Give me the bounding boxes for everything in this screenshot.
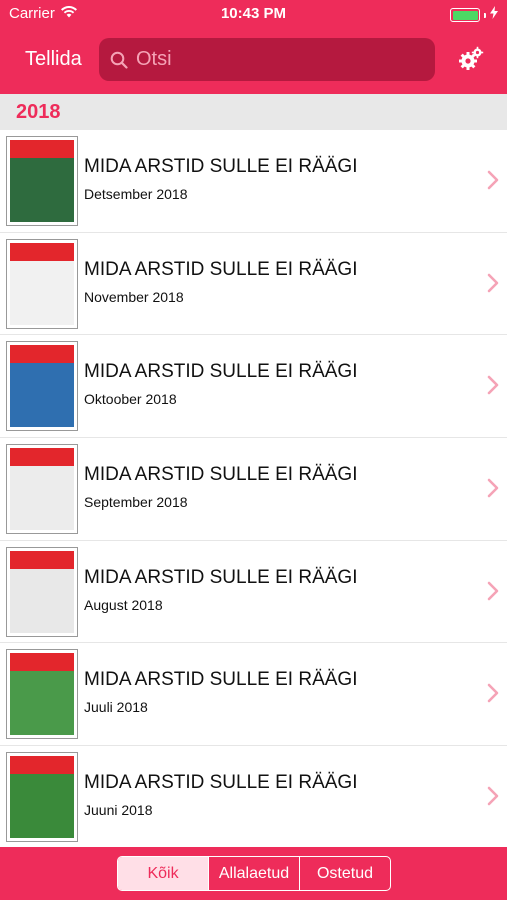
issue-row[interactable]: MIDA ARSTID SULLE EI RÄÄGI Juuni 2018 (0, 746, 507, 849)
magazine-cover (6, 341, 78, 432)
charging-icon (490, 6, 498, 24)
cover-art (10, 653, 74, 736)
cover-art (10, 550, 74, 633)
cover-masthead (10, 653, 74, 672)
cover-image (10, 774, 74, 839)
cover-image (10, 363, 74, 428)
magazine-cover (6, 238, 78, 329)
status-time: 10:43 PM (220, 5, 287, 22)
issue-date: September 2018 (84, 494, 188, 511)
section-header: 2018 (0, 94, 507, 130)
search-input[interactable] (136, 48, 426, 71)
issue-title: MIDA ARSTID SULLE EI RÄÄGI (84, 258, 358, 280)
issue-date: Detsember 2018 (84, 186, 188, 202)
status-battery-group (450, 6, 498, 24)
issue-date: Juuli 2018 (84, 699, 148, 716)
issue-row[interactable]: MIDA ARSTID SULLE EI RÄÄGI Oktoober 2018 (0, 335, 507, 439)
settings-button[interactable] (457, 46, 485, 77)
cover-masthead (10, 448, 74, 467)
cover-image (10, 260, 74, 325)
chevron-right-icon (487, 170, 499, 190)
filter-bar: Kõik Allalaetud Ostetud (0, 847, 507, 900)
issue-title: MIDA ARSTID SULLE EI RÄÄGI (84, 464, 358, 486)
issue-row[interactable]: MIDA ARSTID SULLE EI RÄÄGI Detsember 2018 (0, 130, 507, 233)
issue-date: November 2018 (84, 288, 184, 305)
cover-masthead (10, 550, 74, 569)
issue-row[interactable]: MIDA ARSTID SULLE EI RÄÄGI Juuli 2018 (0, 643, 507, 747)
cover-art (10, 448, 74, 531)
battery-icon (450, 8, 480, 22)
chevron-right-icon (487, 786, 499, 806)
cover-art (10, 242, 74, 325)
filter-segmented-control: Kõik Allalaetud Ostetud (117, 856, 391, 891)
battery-level (452, 10, 478, 20)
cover-image (10, 671, 74, 736)
section-year: 2018 (16, 101, 61, 123)
nav-bar: Tellida (0, 30, 507, 94)
issue-date: Juuni 2018 (84, 802, 153, 819)
cover-image (10, 568, 74, 633)
issue-row[interactable]: MIDA ARSTID SULLE EI RÄÄGI September 2018 (0, 438, 507, 541)
chevron-right-icon (487, 683, 499, 703)
issue-title: MIDA ARSTID SULLE EI RÄÄGI (84, 156, 358, 177)
issue-title: MIDA ARSTID SULLE EI RÄÄGI (84, 772, 358, 794)
cover-image (10, 466, 74, 531)
cover-art (10, 140, 74, 222)
magazine-cover (6, 752, 78, 843)
cover-masthead (10, 756, 74, 775)
cover-masthead (10, 140, 74, 158)
issue-title: MIDA ARSTID SULLE EI RÄÄGI (84, 566, 358, 588)
cover-art (10, 756, 74, 839)
magazine-cover (6, 136, 78, 226)
issue-list: MIDA ARSTID SULLE EI RÄÄGI Detsember 2018… (0, 130, 507, 849)
search-icon (109, 50, 129, 70)
issue-row[interactable]: MIDA ARSTID SULLE EI RÄÄGI November 2018 (0, 232, 507, 336)
cover-masthead (10, 345, 74, 364)
chevron-right-icon (487, 581, 499, 601)
chevron-right-icon (487, 478, 499, 498)
status-bar: Carrier 10:43 PM (0, 0, 507, 30)
filter-purchased-tab[interactable]: Ostetud (300, 857, 390, 890)
issue-date: Oktoober 2018 (84, 391, 177, 408)
filter-all-tab[interactable]: Kõik (118, 857, 209, 890)
issue-title: MIDA ARSTID SULLE EI RÄÄGI (84, 361, 358, 383)
chevron-right-icon (487, 375, 499, 395)
cover-art (10, 345, 74, 428)
search-bar[interactable] (99, 38, 435, 81)
magazine-cover (6, 444, 78, 535)
magazine-cover (6, 546, 78, 637)
gear-icon (458, 46, 484, 77)
issue-title: MIDA ARSTID SULLE EI RÄÄGI (84, 669, 358, 691)
issue-date: August 2018 (84, 596, 163, 613)
cover-masthead (10, 242, 74, 261)
battery-tip (484, 12, 486, 18)
cover-image (10, 158, 74, 222)
chevron-right-icon (487, 273, 499, 293)
issue-row[interactable]: MIDA ARSTID SULLE EI RÄÄGI August 2018 (0, 540, 507, 644)
subscribe-button[interactable]: Tellida (25, 48, 82, 71)
filter-downloaded-tab[interactable]: Allalaetud (209, 857, 300, 890)
magazine-cover (6, 649, 78, 740)
